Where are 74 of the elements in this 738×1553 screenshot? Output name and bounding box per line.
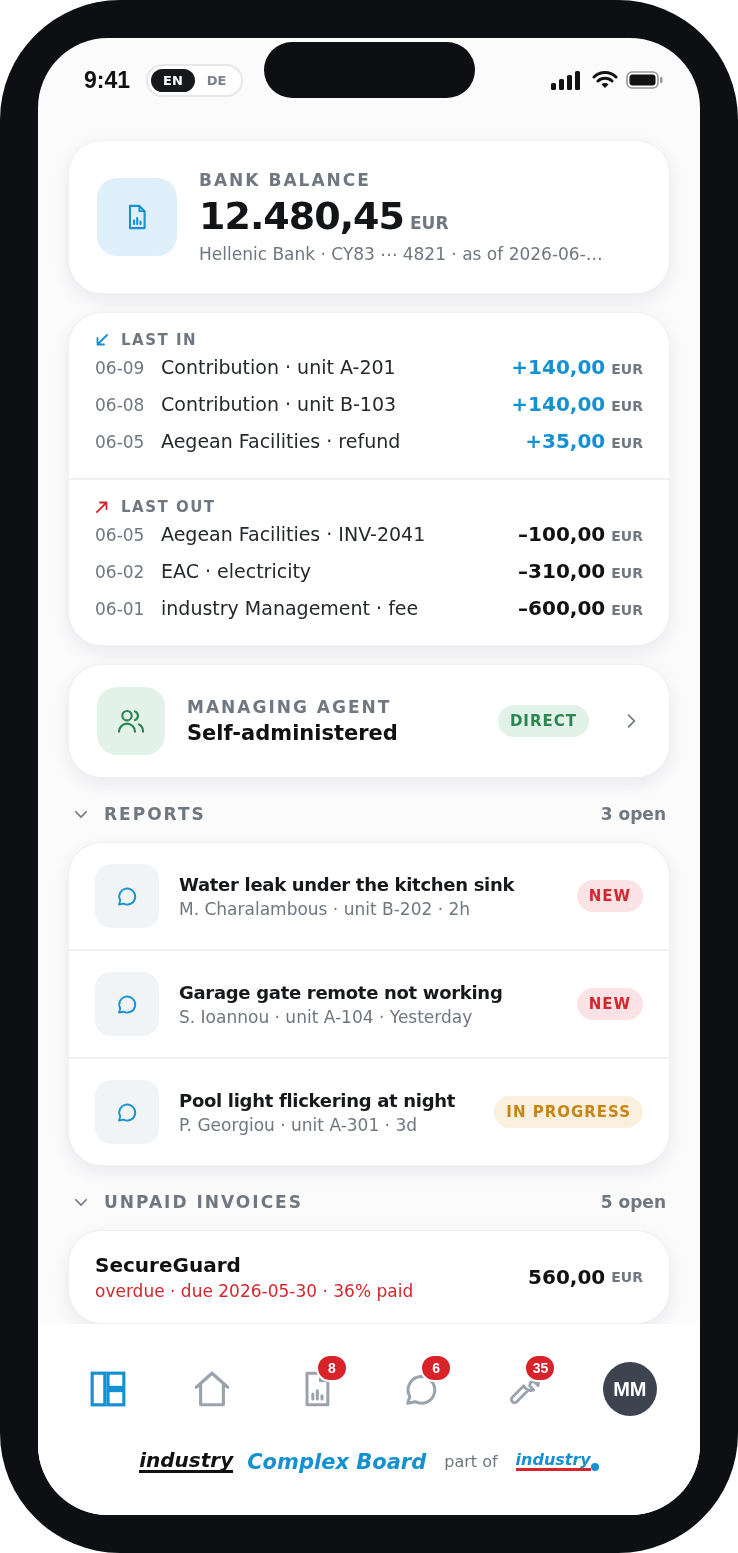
open-count: 3 open [600, 804, 666, 824]
nav-tab[interactable]: 8 [281, 1354, 352, 1424]
report-title: Pool light flickering at night [179, 1089, 457, 1111]
arrow-down-left-icon [95, 333, 109, 347]
section-label: LAST OUT [121, 498, 216, 516]
invoice-amount: 560,00 [528, 1265, 606, 1289]
language-option[interactable]: EN [151, 68, 195, 92]
transaction-date: 06-02 [95, 562, 146, 582]
language-option[interactable]: DE [194, 68, 239, 92]
currency-label: EUR [611, 528, 643, 544]
report-meta: P. Georgiou · unit A-301 · 3d [179, 1114, 419, 1135]
status-badge: NEW [576, 988, 643, 1020]
dot-icon [590, 1463, 599, 1471]
transaction-date: 06-08 [95, 395, 146, 415]
section-label: BANK BALANCE [199, 170, 372, 190]
transaction-date: 06-05 [95, 432, 146, 452]
notification-badge: 35 [524, 1354, 557, 1382]
nav-tab[interactable]: 35 [490, 1354, 561, 1424]
battery-icon [626, 70, 664, 90]
report-row[interactable]: Garage gate remote not working S. Ioannou · unit A-104 · Yesterday NEW [69, 949, 669, 1057]
open-count: 5 open [600, 1192, 666, 1212]
transaction-description: Contribution · unit A-201 [161, 356, 397, 378]
currency-label: EUR [611, 565, 643, 581]
section-title: UNPAID INVOICES [104, 1192, 303, 1212]
section-title: REPORTS [104, 804, 206, 824]
report-meta: S. Ioannou · unit A-104 · Yesterday [179, 1006, 474, 1027]
arrow-up-right-icon [95, 500, 109, 514]
transaction-description: Aegean Facilities · refund [161, 430, 402, 452]
currency-label: EUR [611, 1269, 643, 1285]
status-time: 9:41 [84, 66, 131, 94]
status-badge: NEW [576, 880, 643, 912]
currency-label: EUR [611, 602, 643, 618]
user-avatar[interactable]: MM [602, 1362, 657, 1416]
transaction-date: 06-01 [95, 599, 146, 619]
report-row[interactable]: Pool light flickering at night P. Georgiou · unit A-301 · 3d IN PROGRESS [69, 1057, 669, 1165]
section-label: LAST IN [121, 331, 198, 349]
agent-name: Self-administered [187, 721, 399, 745]
balance-amount: 12.480,45 [199, 194, 404, 238]
nav-tab[interactable]: 6 [386, 1354, 457, 1424]
product-name: Complex Board [247, 1449, 427, 1474]
wifi-icon [592, 70, 618, 90]
notification-badge: 6 [420, 1354, 453, 1382]
currency-label: EUR [611, 435, 643, 451]
invoice-meta: overdue · due 2026-05-30 · 36% paid [95, 1281, 415, 1301]
transaction-description: EAC · electricity [161, 560, 313, 582]
transaction-amount: +140,00 [511, 355, 606, 379]
transaction-amount: +140,00 [511, 392, 606, 416]
report-title: Garage gate remote not working [179, 981, 504, 1003]
section-label: MANAGING AGENT [187, 697, 393, 717]
report-title: Water leak under the kitchen sink [179, 873, 516, 895]
parent-logo-text: industry [515, 1452, 591, 1471]
report-row[interactable]: Water leak under the kitchen sink M. Charalambous · unit B-202 · 2h NEW [69, 843, 669, 949]
status-badge: DIRECT [497, 705, 589, 737]
transaction-amount: –310,00 [518, 559, 606, 583]
transaction-description: industry Management · fee [161, 597, 420, 619]
report-meta: M. Charalambous · unit B-202 · 2h [179, 898, 472, 919]
status-badge: IN PROGRESS [494, 1096, 643, 1128]
notification-badge: 8 [315, 1354, 348, 1382]
transaction-amount: +35,00 [525, 429, 606, 453]
invoice-row[interactable]: SecureGuard overdue · due 2026-05-30 · 36% paid 560,00 EUR [69, 1231, 669, 1323]
transaction-description: Contribution · unit B-103 [161, 393, 398, 415]
footer-text: part of [444, 1452, 498, 1471]
currency-label: EUR [611, 361, 643, 377]
transaction-amount: –100,00 [518, 522, 606, 546]
transaction-amount: –600,00 [518, 596, 606, 620]
transaction-description: Aegean Facilities · INV-2041 [161, 523, 427, 545]
transaction-date: 06-05 [95, 525, 146, 545]
managing-agent-card[interactable]: MANAGING AGENT Self-administered DIRECT [68, 664, 670, 778]
brand-logo-text: industry [139, 1450, 234, 1473]
invoice-vendor: SecureGuard [95, 1253, 242, 1277]
currency-label: EUR [409, 213, 449, 233]
transaction-date: 06-09 [95, 358, 146, 378]
currency-label: EUR [611, 398, 643, 414]
account-details: Hellenic Bank · CY83 ⋯ 4821 · as of 2026-06-… [199, 244, 604, 264]
